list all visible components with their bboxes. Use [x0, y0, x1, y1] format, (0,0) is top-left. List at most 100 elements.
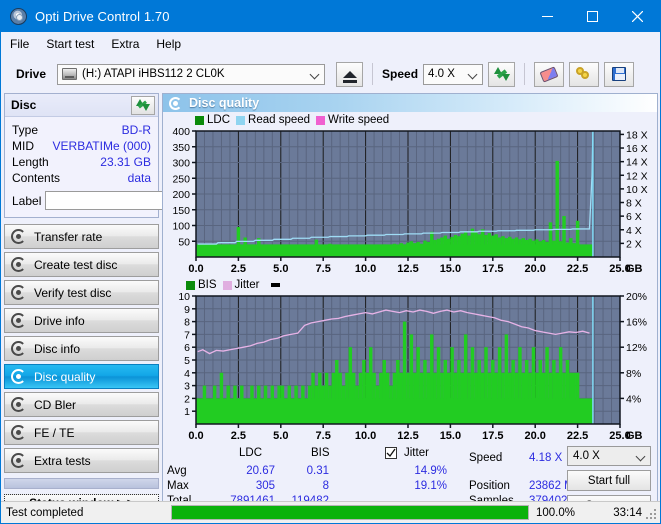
stats-speed-value: 4.18 X	[529, 452, 563, 465]
title-bar: Opti Drive Control 1.70	[1, 1, 660, 32]
legend-item-write-speed: Write speed	[316, 114, 389, 126]
svg-text:16%: 16%	[626, 317, 647, 329]
disc-label-row: Label	[12, 190, 255, 211]
disc-test-icon	[11, 369, 26, 384]
jitter-checkbox[interactable]	[385, 447, 397, 460]
drive-select[interactable]: (H:) ATAPI iHBS112 2 CL0K	[57, 63, 326, 85]
sidebar-item-transfer-rate[interactable]: Transfer rate	[4, 224, 159, 249]
svg-text:2.5: 2.5	[231, 430, 246, 442]
svg-text:15.0: 15.0	[440, 430, 461, 442]
disc-quality-icon	[169, 96, 182, 110]
toolbar-divider-1	[372, 63, 374, 85]
minimize-button[interactable]	[525, 1, 570, 32]
svg-text:12.5: 12.5	[397, 263, 418, 275]
disc-test-icon	[11, 229, 26, 244]
save-button[interactable]	[604, 61, 635, 87]
app-window: Opti Drive Control 1.70 File Start test …	[0, 0, 661, 524]
disc-info-title: Disc	[11, 98, 37, 112]
svg-text:GB: GB	[626, 263, 643, 275]
disc-row-length-value: 23.31 GB	[100, 155, 151, 169]
disc-refresh-button[interactable]	[131, 95, 155, 115]
speed-select[interactable]: 4.0 X	[423, 63, 484, 85]
sidebar-item-extra-tests[interactable]: Extra tests	[4, 448, 159, 473]
sidebar-item-fe-te[interactable]: FE / TE	[4, 420, 159, 445]
ldc-chart: 501001502002503003504002 X4 X6 X8 X10 X1…	[172, 127, 648, 275]
sidebar-item-verify-test-disc[interactable]: Verify test disc	[4, 280, 159, 305]
disc-test-icon	[11, 313, 26, 328]
window-controls	[525, 1, 660, 32]
resize-grip-icon[interactable]	[646, 509, 657, 520]
sidebar-item-label: FE / TE	[34, 425, 75, 440]
svg-text:1: 1	[184, 406, 190, 418]
sidebar-item-drive-info[interactable]: Drive info	[4, 308, 159, 333]
save-icon	[612, 67, 627, 81]
svg-text:6: 6	[184, 342, 190, 354]
stats-bis-max: 8	[322, 480, 329, 493]
progress-bar-fill	[172, 506, 528, 519]
disc-row-mid: MID VERBATIMe (000)	[12, 138, 151, 154]
svg-text:5: 5	[184, 355, 190, 367]
disc-row-length: Length 23.31 GB	[12, 154, 151, 170]
keys-button[interactable]	[569, 61, 600, 87]
svg-text:7: 7	[184, 330, 190, 342]
refresh-icon	[493, 66, 510, 82]
stats-row-header-avg: Avg	[167, 465, 187, 478]
speed-select-value: 4.0 X	[428, 68, 455, 80]
menu-help[interactable]: Help	[156, 37, 181, 51]
disc-row-mid-value: VERBATIMe (000)	[52, 139, 151, 153]
svg-text:10.0: 10.0	[355, 263, 376, 275]
disc-row-type-key: Type	[12, 123, 39, 137]
svg-text:2: 2	[184, 394, 190, 406]
sidebar-item-disc-quality[interactable]: Disc quality	[4, 364, 159, 389]
disc-row-length-key: Length	[12, 155, 49, 169]
menu-start-test[interactable]: Start test	[46, 37, 94, 51]
svg-text:4 X: 4 X	[626, 225, 642, 237]
svg-text:4%: 4%	[626, 394, 641, 406]
disc-test-icon	[11, 257, 26, 272]
toolbar: Drive (H:) ATAPI iHBS112 2 CL0K Speed 4.…	[1, 55, 660, 93]
svg-text:8: 8	[184, 317, 190, 329]
sidebar-item-label: Disc quality	[34, 369, 96, 384]
close-button[interactable]	[615, 1, 660, 32]
svg-text:22.5: 22.5	[567, 263, 588, 275]
svg-text:4: 4	[184, 368, 190, 380]
menu-extra[interactable]: Extra	[111, 37, 139, 51]
stats-ldc-max: 305	[255, 480, 275, 493]
stats-col-header-ldc: LDC	[239, 447, 263, 460]
disc-quality-panel: Disc quality LDC Read speed Write speed	[162, 93, 658, 517]
test-speed-select[interactable]: 4.0 X	[567, 446, 651, 467]
sidebar-item-disc-info[interactable]: Disc info	[4, 336, 159, 361]
maximize-button[interactable]	[570, 1, 615, 32]
status-text: Test completed	[6, 506, 84, 519]
legend-item-read-speed: Read speed	[236, 114, 310, 126]
start-full-label: Start full	[587, 474, 631, 487]
stats-jitter-avg: 14.9%	[414, 465, 447, 478]
svg-text:20.0: 20.0	[524, 430, 545, 442]
svg-text:100: 100	[172, 221, 190, 233]
eraser-icon	[539, 65, 559, 83]
legend-swatch-read-speed	[236, 115, 246, 125]
left-panel: Disc Type BD-R MID VERBATIMe (000) Lengt…	[4, 93, 255, 511]
disc-info-box: Disc Type BD-R MID VERBATIMe (000) Lengt…	[4, 93, 255, 218]
chevron-down-icon	[469, 70, 477, 78]
svg-text:10 X: 10 X	[626, 184, 648, 196]
window-title: Opti Drive Control 1.70	[35, 9, 170, 24]
disc-test-icon	[11, 285, 26, 300]
erase-button[interactable]	[534, 61, 565, 87]
disc-test-icon	[11, 453, 26, 468]
refresh-icon	[136, 98, 150, 112]
speed-label: Speed	[382, 67, 419, 81]
eject-button[interactable]	[336, 61, 364, 87]
sidebar-item-cd-bler[interactable]: CD Bler	[4, 392, 159, 417]
legend-label-read-speed: Read speed	[248, 114, 311, 127]
start-full-button[interactable]: Start full	[567, 470, 651, 492]
svg-text:12 X: 12 X	[626, 171, 648, 183]
ldc-chart-container: 50 100 150 200 250 300 350 400 2 X4 X6 X8 X 10 X1…	[163, 127, 657, 277]
refresh-button[interactable]	[488, 61, 516, 87]
legend-label-jitter: Jitter	[234, 279, 260, 292]
disc-info-header: Disc	[5, 94, 158, 117]
chevron-down-icon	[637, 452, 645, 460]
sidebar-item-create-test-disc[interactable]: Create test disc	[4, 252, 159, 277]
menu-file[interactable]: File	[10, 37, 29, 51]
svg-text:10: 10	[178, 292, 190, 303]
